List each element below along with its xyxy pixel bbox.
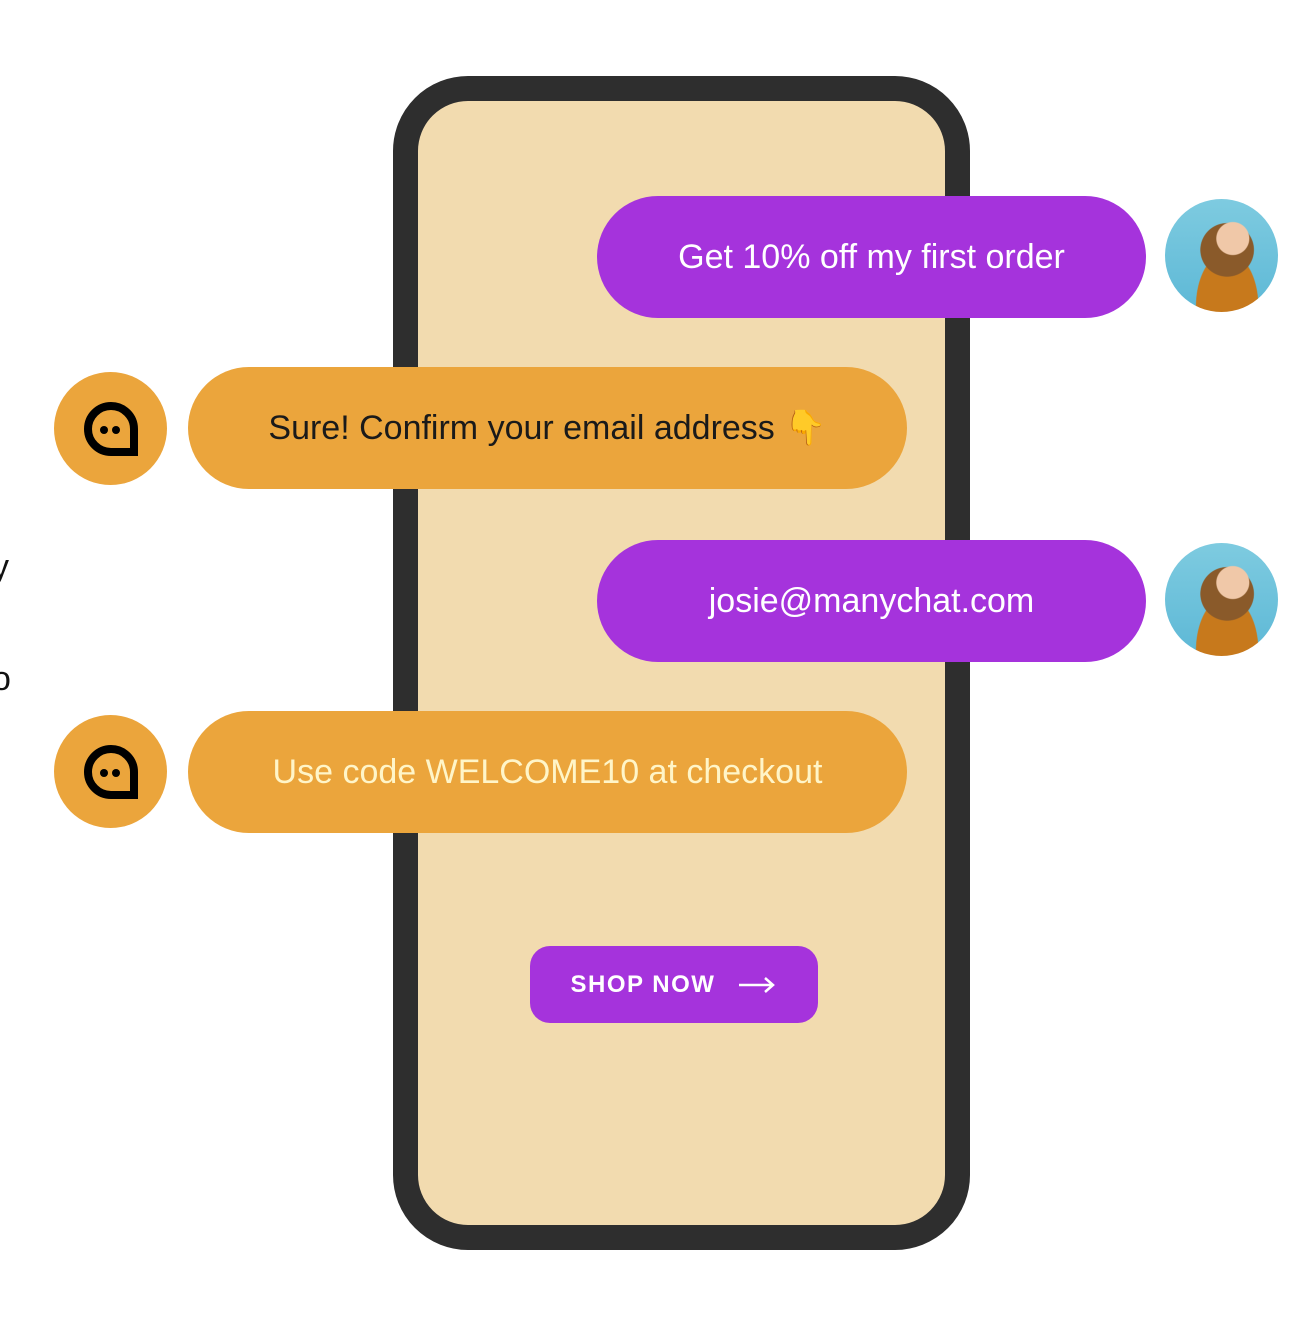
clipped-text-fragment: y <box>0 548 9 586</box>
chat-bot-icon <box>83 401 138 456</box>
chat-bot-icon <box>83 744 138 799</box>
message-text: Sure! Confirm your email address <box>268 408 775 447</box>
user-avatar <box>1165 543 1278 656</box>
shop-now-button[interactable]: SHOP NOW <box>530 946 818 1023</box>
user-message-bubble: Get 10% off my first order <box>597 196 1146 318</box>
message-text: Get 10% off my first order <box>678 237 1065 276</box>
bot-avatar <box>54 715 167 828</box>
clipped-text-fragment: o <box>0 660 11 698</box>
user-message-bubble: josie@manychat.com <box>597 540 1146 662</box>
user-avatar <box>1165 199 1278 312</box>
pointing-down-emoji: 👇 <box>784 409 827 447</box>
arrow-right-icon <box>739 976 776 993</box>
bot-message-bubble: Use code WELCOME10 at checkout <box>188 711 907 833</box>
message-text: Use code WELCOME10 at checkout <box>272 752 823 791</box>
message-text: josie@manychat.com <box>708 581 1035 620</box>
shop-now-label: SHOP NOW <box>570 970 716 998</box>
bot-message-bubble: Sure! Confirm your email address 👇 <box>188 367 907 489</box>
bot-avatar <box>54 372 167 485</box>
